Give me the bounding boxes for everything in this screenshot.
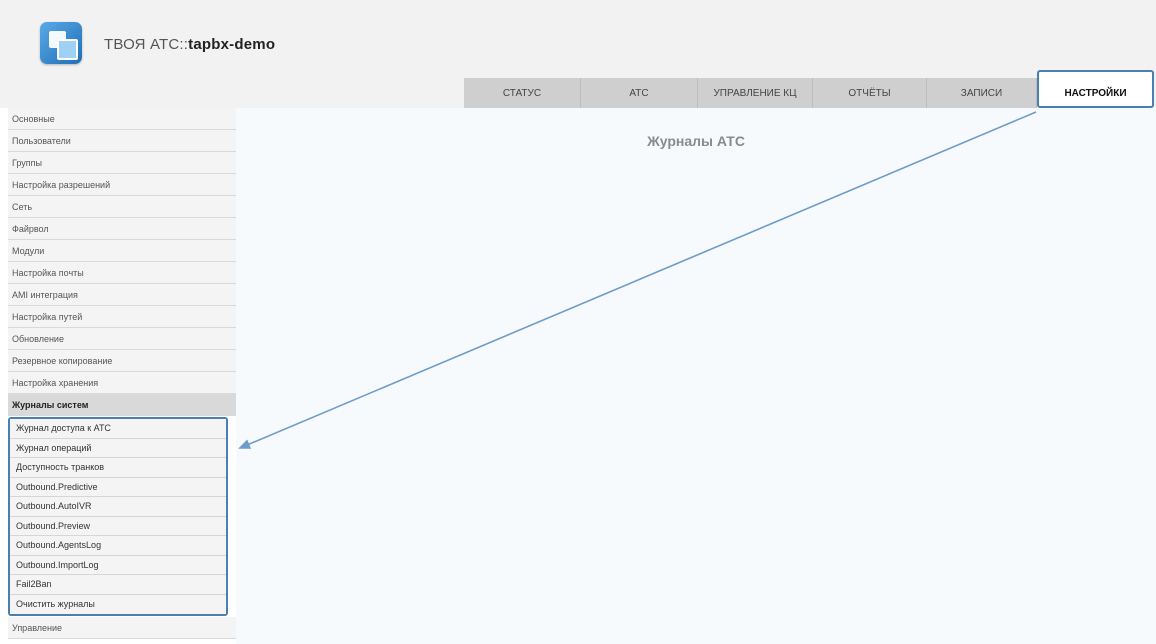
main-content: Журналы АТС	[236, 108, 1156, 644]
sidebar-item-network[interactable]: Сеть	[8, 196, 236, 218]
tab-settings-label: НАСТРОЙКИ	[1064, 87, 1127, 99]
main-nav: СТАТУС АТС УПРАВЛЕНИЕ КЦ ОТЧЁТЫ ЗАПИСИ Н…	[464, 70, 1154, 108]
app-title-prefix: ТВОЯ АТС::	[104, 36, 189, 53]
logs-submenu: Журнал доступа к АТС Журнал операций Дос…	[8, 417, 228, 616]
submenu-item-outbound-predictive[interactable]: Outbound.Predictive	[10, 477, 226, 497]
submenu-item-fail2ban[interactable]: Fail2Ban	[10, 575, 226, 595]
tab-records[interactable]: ЗАПИСИ	[927, 78, 1037, 108]
tab-pbx[interactable]: АТС	[581, 78, 698, 108]
tab-pbx-label: АТС	[629, 87, 649, 99]
tab-cc-management-label: УПРАВЛЕНИЕ КЦ	[713, 87, 797, 99]
app-logo-icon[interactable]	[40, 22, 82, 64]
sidebar-item-backup[interactable]: Резервное копирование	[8, 350, 236, 372]
submenu-item-outbound-autoivr[interactable]: Outbound.AutoIVR	[10, 497, 226, 517]
app-title-name: tapbx-demo	[188, 36, 276, 53]
tab-records-label: ЗАПИСИ	[960, 87, 1003, 99]
sidebar-item-storage-settings[interactable]: Настройка хранения	[8, 372, 236, 394]
tab-settings[interactable]: НАСТРОЙКИ	[1037, 70, 1154, 108]
sidebar-section-system-logs[interactable]: Журналы систем	[8, 394, 236, 416]
sidebar-item-management[interactable]: Управление	[8, 617, 236, 639]
sidebar-item-update[interactable]: Обновление	[8, 328, 236, 350]
tab-status-label: СТАТУС	[502, 87, 542, 99]
submenu-item-outbound-preview[interactable]: Outbound.Preview	[10, 516, 226, 536]
sidebar-item-users[interactable]: Пользователи	[8, 130, 236, 152]
tab-status[interactable]: СТАТУС	[464, 78, 581, 108]
sidebar-item-firewall[interactable]: Файрвол	[8, 218, 236, 240]
submenu-item-outbound-importlog[interactable]: Outbound.ImportLog	[10, 555, 226, 575]
submenu-item-clear-logs[interactable]: Очистить журналы	[10, 594, 226, 614]
app-title: ТВОЯ АТС::tapbx-demo	[104, 36, 275, 53]
submenu-item-pbx-access-log[interactable]: Журнал доступа к АТС	[10, 419, 226, 439]
header: ТВОЯ АТС::tapbx-demo СТАТУС АТС УПРАВЛЕН…	[0, 0, 1156, 108]
sidebar-item-permissions[interactable]: Настройка разрешений	[8, 174, 236, 196]
sidebar-item-modules[interactable]: Модули	[8, 240, 236, 262]
sidebar-item-groups[interactable]: Группы	[8, 152, 236, 174]
tab-reports[interactable]: ОТЧЁТЫ	[813, 78, 927, 108]
submenu-item-outbound-agentslog[interactable]: Outbound.AgentsLog	[10, 536, 226, 556]
submenu-item-trunk-availability[interactable]: Доступность транков	[10, 458, 226, 478]
sidebar-item-mail-settings[interactable]: Настройка почты	[8, 262, 236, 284]
page-title: Журналы АТС	[647, 133, 745, 149]
sidebar-item-ami-integration[interactable]: AMI интеграция	[8, 284, 236, 306]
sidebar: Основные Пользователи Группы Настройка р…	[8, 108, 236, 644]
tab-cc-management[interactable]: УПРАВЛЕНИЕ КЦ	[698, 78, 813, 108]
tab-reports-label: ОТЧЁТЫ	[848, 87, 891, 99]
sidebar-item-path-settings[interactable]: Настройка путей	[8, 306, 236, 328]
submenu-item-operations-log[interactable]: Журнал операций	[10, 438, 226, 458]
sidebar-item-main[interactable]: Основные	[8, 108, 236, 130]
